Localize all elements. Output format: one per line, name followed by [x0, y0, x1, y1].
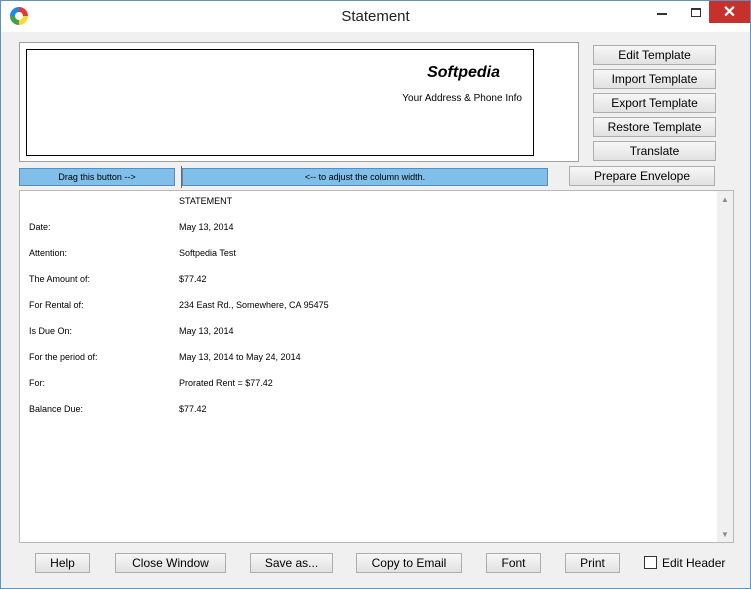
row-value: May 13, 2014 to May 24, 2014 — [179, 352, 301, 362]
row-label: For Rental of: — [29, 300, 84, 310]
row-label: Is Due On: — [29, 326, 73, 336]
row-value: $77.42 — [179, 404, 207, 414]
import-template-button[interactable]: Import Template — [593, 69, 716, 89]
copy-to-email-button[interactable]: Copy to Email — [356, 553, 462, 573]
row-value: Softpedia Test — [179, 248, 236, 258]
statement-row: Date: May 13, 2014 — [20, 222, 720, 236]
statement-row: Balance Due: $77.42 — [20, 404, 720, 418]
column-width-bar[interactable]: <-- to adjust the column width. — [182, 168, 548, 186]
close-window-button[interactable]: Close Window — [115, 553, 226, 573]
export-template-button[interactable]: Export Template — [593, 93, 716, 113]
drag-column-button[interactable]: Drag this button --> — [19, 168, 175, 186]
maximize-icon — [691, 7, 701, 17]
row-label: Attention: — [29, 248, 68, 258]
row-value: Prorated Rent = $77.42 — [179, 378, 273, 388]
row-value: May 13, 2014 — [179, 326, 234, 336]
row-label: For: — [29, 378, 46, 388]
address-info: Your Address & Phone Info — [402, 93, 522, 104]
minimize-icon — [657, 13, 667, 15]
window-title: Statement — [341, 8, 410, 25]
maximize-button[interactable] — [683, 1, 709, 23]
row-label: The Amount of: — [29, 274, 91, 284]
statement-row: For: Prorated Rent = $77.42 — [20, 378, 720, 392]
statement-row: The Amount of: $77.42 — [20, 274, 720, 288]
scroll-up-arrow-icon[interactable]: ▲ — [717, 191, 733, 207]
print-button[interactable]: Print — [565, 553, 620, 573]
header-box: Softpedia Your Address & Phone Info — [26, 49, 534, 156]
translate-button[interactable]: Translate — [593, 141, 716, 161]
row-value: 234 East Rd., Somewhere, CA 95475 — [179, 300, 329, 310]
save-as-button[interactable]: Save as... — [250, 553, 333, 573]
statement-content[interactable]: STATEMENT Date: May 13, 2014 Attention: … — [19, 190, 734, 543]
column-splitter[interactable] — [175, 166, 182, 188]
row-label: For the period of: — [29, 352, 98, 362]
scroll-down-arrow-icon[interactable]: ▼ — [717, 526, 733, 542]
statement-row: Attention: Softpedia Test — [20, 248, 720, 262]
statement-window: Statement ✕ Softpedia Your Address & Pho… — [0, 0, 751, 589]
statement-row: Is Due On: May 13, 2014 — [20, 326, 720, 340]
statement-row: For the period of: May 13, 2014 to May 2… — [20, 352, 720, 366]
company-name: Softpedia — [427, 64, 500, 81]
restore-template-button[interactable]: Restore Template — [593, 117, 716, 137]
minimize-button[interactable] — [641, 1, 683, 23]
title-bar[interactable]: Statement ✕ — [1, 1, 750, 32]
edit-header-checkbox[interactable] — [644, 556, 657, 569]
header-preview: Softpedia Your Address & Phone Info — [19, 42, 579, 162]
row-label: Date: — [29, 222, 51, 232]
statement-heading: STATEMENT — [179, 196, 233, 206]
row-value: $77.42 — [179, 274, 207, 284]
close-icon: ✕ — [722, 4, 737, 21]
vertical-scrollbar[interactable]: ▲ ▼ — [717, 191, 733, 542]
close-button[interactable]: ✕ — [709, 1, 750, 23]
row-value: May 13, 2014 — [179, 222, 234, 232]
row-label: Balance Due: — [29, 404, 84, 414]
edit-template-button[interactable]: Edit Template — [593, 45, 716, 65]
help-button[interactable]: Help — [35, 553, 90, 573]
prepare-envelope-button[interactable]: Prepare Envelope — [569, 166, 715, 186]
font-button[interactable]: Font — [486, 553, 541, 573]
statement-row: For Rental of: 234 East Rd., Somewhere, … — [20, 300, 720, 314]
edit-header-label[interactable]: Edit Header — [662, 556, 725, 570]
